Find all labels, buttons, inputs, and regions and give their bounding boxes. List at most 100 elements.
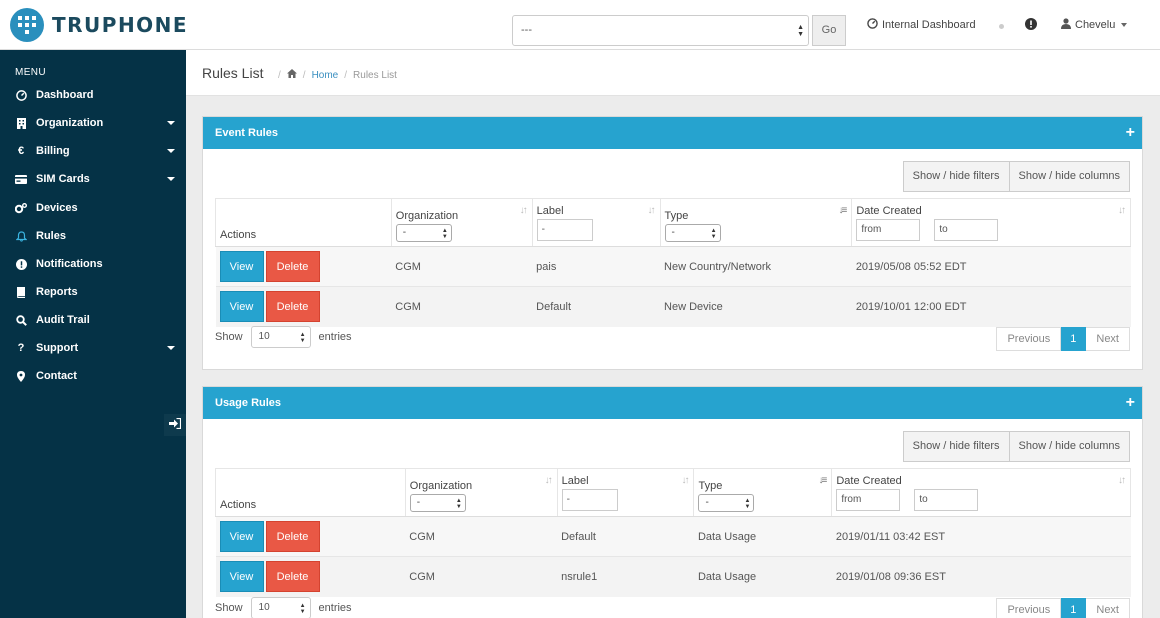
cell-organization: CGM (391, 286, 533, 327)
sort-icon[interactable]: ↓↑ (1118, 205, 1126, 216)
show-hide-columns-button[interactable]: Show / hide columns (1009, 431, 1130, 462)
page-1-button[interactable]: 1 (1061, 598, 1087, 618)
date-to-input[interactable]: to (914, 489, 979, 511)
brand-logo[interactable]: TRUPHONE (10, 8, 188, 42)
select-arrows-icon: ▲ ▼ (299, 332, 306, 344)
sidebar-item-dashboard[interactable]: Dashboard (0, 83, 186, 107)
entries-select[interactable]: 10 ▲ ▼ (250, 597, 311, 618)
col-actions-label: Actions (220, 499, 257, 511)
date-to-input[interactable]: to (934, 219, 999, 241)
cell-date-created: 2019/10/01 12:00 EDT (851, 286, 1131, 327)
delete-button[interactable]: Delete (265, 251, 320, 282)
cell-organization: CGM (405, 556, 558, 597)
sort-icon[interactable]: ↓↑ (648, 205, 656, 216)
label-filter-input[interactable]: - (561, 489, 618, 511)
show-label: Show (215, 602, 243, 614)
breadcrumb-home-link[interactable]: Home (312, 70, 339, 81)
show-hide-filters-button[interactable]: Show / hide filters (902, 161, 1010, 192)
col-header-label[interactable]: Label ↓↑ - (531, 198, 661, 247)
col-header-label[interactable]: Label ↓↑ - (556, 468, 695, 517)
organization-filter-select[interactable]: - ▲ ▼ (409, 494, 466, 512)
organization-select[interactable]: --- ▲ ▼ (512, 15, 809, 46)
home-icon[interactable] (286, 69, 297, 81)
sidebar-item-rules[interactable]: Rules (0, 224, 186, 248)
card-icon (15, 174, 27, 184)
next-page-button[interactable]: Next (1086, 327, 1130, 351)
table-header-row: Actions Organization ↓↑ - ▲ ▼ Label ↓↑ - T… (215, 198, 1131, 247)
type-filter-value: - (671, 227, 675, 238)
col-header-type[interactable]: Type ↓≡ - ▲ ▼ (693, 468, 833, 517)
sidebar-item-audit-trail[interactable]: Audit Trail (0, 308, 186, 332)
sidebar-item-label: Dashboard (36, 89, 94, 101)
table-header-row: Actions Organization ↓↑ - ▲ ▼ Label ↓↑ - T… (215, 468, 1131, 517)
sort-icon[interactable]: ↓↑ (1118, 475, 1126, 486)
internal-dashboard-link[interactable]: Internal Dashboard (867, 18, 976, 32)
col-date-created-label: Date Created (836, 475, 902, 487)
next-page-button[interactable]: Next (1086, 598, 1130, 618)
entries-select[interactable]: 10 ▲ ▼ (250, 326, 311, 348)
date-from-input[interactable]: from (856, 219, 921, 241)
label-filter-input[interactable]: - (536, 219, 593, 241)
delete-button[interactable]: Delete (265, 521, 320, 552)
organization-filter-value: - (416, 497, 421, 508)
sidebar-item-notifications[interactable]: Notifications (0, 252, 186, 276)
cell-type: Data Usage (693, 556, 832, 597)
sort-icon[interactable]: ↓↑ (681, 475, 689, 486)
exclamation-icon (1025, 18, 1037, 33)
view-button[interactable]: View (219, 251, 264, 282)
sort-desc-icon[interactable]: ↓≡ (838, 205, 847, 216)
panel-title: Event Rules (215, 127, 278, 139)
alert-button[interactable] (1025, 18, 1037, 33)
col-organization-label: Organization (409, 480, 473, 492)
sort-desc-icon[interactable]: ↓≡ (818, 475, 827, 486)
cell-label: Default (532, 286, 661, 327)
select-arrows-icon: ▲ ▼ (710, 228, 717, 240)
view-button[interactable]: View (219, 521, 264, 552)
sort-icon[interactable]: ↓↑ (545, 475, 553, 486)
expand-plus-icon[interactable]: + (1126, 387, 1135, 419)
view-button[interactable]: View (219, 561, 264, 593)
user-icon (1061, 18, 1071, 32)
sidebar-item-label: Support (36, 342, 79, 354)
col-header-date-created[interactable]: Date Created ↓↑ from to (831, 468, 1131, 517)
sidebar-item-support[interactable]: ? Support (0, 336, 186, 360)
delete-button[interactable]: Delete (265, 291, 320, 323)
internal-dashboard-label: Internal Dashboard (882, 19, 976, 31)
type-filter-select[interactable]: - ▲ ▼ (664, 224, 721, 242)
table-row: View Delete CGM Default Data Usage 2019/0… (215, 516, 1131, 557)
page-1-button[interactable]: 1 (1061, 327, 1087, 351)
date-from-input[interactable]: from (836, 489, 901, 511)
user-menu[interactable]: Chevelu (1061, 18, 1128, 32)
sidebar-item-label: Rules (36, 230, 66, 242)
type-filter-select[interactable]: - ▲ ▼ (698, 494, 755, 512)
expand-plus-icon[interactable]: + (1126, 117, 1135, 149)
go-button[interactable]: Go (812, 15, 846, 46)
sidebar-item-label: Billing (36, 145, 70, 157)
view-button[interactable]: View (219, 291, 264, 323)
sidebar-item-sim-cards[interactable]: SIM Cards (0, 167, 186, 191)
sidebar-item-organization[interactable]: Organization (0, 111, 186, 135)
sidebar-collapse-button[interactable] (164, 414, 186, 436)
sidebar-item-billing[interactable]: € Billing (0, 139, 186, 163)
sidebar-item-label: Reports (36, 286, 78, 298)
cell-organization: CGM (405, 516, 558, 557)
delete-button[interactable]: Delete (265, 561, 320, 593)
sidebar-item-reports[interactable]: Reports (0, 280, 186, 304)
col-header-organization[interactable]: Organization ↓↑ - ▲ ▼ (390, 198, 533, 247)
show-hide-columns-button[interactable]: Show / hide columns (1009, 161, 1130, 192)
sidebar-item-devices[interactable]: Devices (0, 196, 186, 220)
col-header-organization[interactable]: Organization ↓↑ - ▲ ▼ (404, 468, 558, 517)
organization-filter-select[interactable]: - ▲ ▼ (395, 224, 452, 242)
show-hide-filters-button[interactable]: Show / hide filters (902, 431, 1010, 462)
show-label: Show (215, 331, 243, 343)
previous-page-button[interactable]: Previous (996, 598, 1062, 618)
sort-icon[interactable]: ↓↑ (520, 205, 528, 216)
previous-page-button[interactable]: Previous (996, 327, 1062, 351)
col-type-label: Type (698, 480, 723, 492)
cell-label: Default (557, 516, 694, 557)
col-header-date-created[interactable]: Date Created ↓↑ from to (851, 198, 1131, 247)
col-header-type[interactable]: Type ↓≡ - ▲ ▼ (659, 198, 853, 247)
select-arrows-icon: ▲ ▼ (797, 24, 804, 38)
sidebar-item-contact[interactable]: Contact (0, 364, 186, 388)
entries-length-control: Show 10 ▲ ▼ entries (215, 326, 352, 348)
